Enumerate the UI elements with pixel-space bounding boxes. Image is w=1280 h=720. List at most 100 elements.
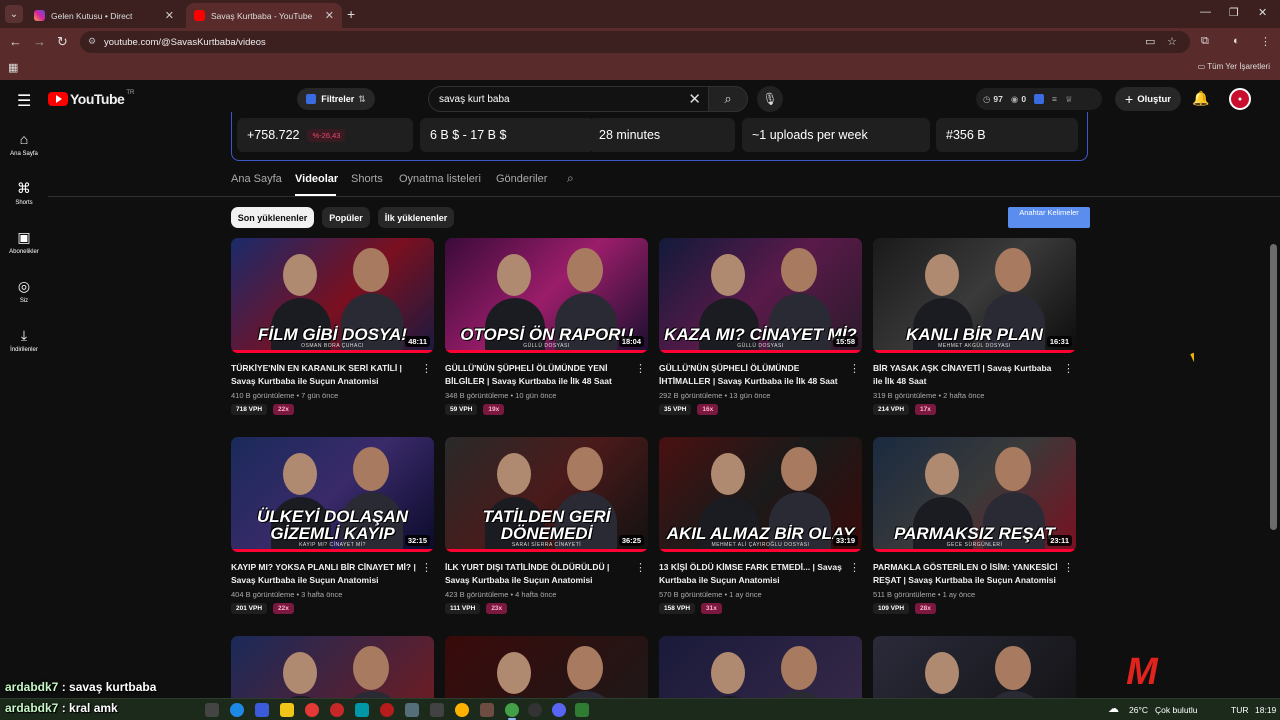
channel-search-icon[interactable]: ⌕ [567,171,574,186]
menu-icon[interactable]: ⋮ [1260,35,1271,48]
filters-button[interactable]: Filtreler ⇅ [297,88,375,110]
tab-instagram[interactable]: Gelen Kutusu • Direct ✕ [26,3,182,28]
video-title[interactable]: KAYIP MI? YOKSA PLANLI BİR CİNAYET Mİ? |… [231,561,416,587]
weather-desc[interactable]: Çok bulutlu [1155,705,1198,715]
close-icon[interactable]: ✕ [325,9,334,22]
cast-icon[interactable]: ▭ [1145,35,1155,48]
reload-icon[interactable]: ↻ [57,34,68,50]
tab-search-button[interactable]: ⌄ [5,5,23,23]
obs-icon[interactable] [528,703,542,717]
profile-icon[interactable]: ◐ [1233,35,1240,47]
search-input[interactable]: savaş kurt baba ✕ [428,86,710,112]
video-thumbnail[interactable]: KAZA MI? CİNAYET Mİ? GÜLLÜ DOSYASI 15:58 [659,238,862,353]
site-info-icon[interactable]: ⚙ [88,36,96,47]
chip-oldest[interactable]: İlk yüklenenler [378,207,454,228]
weather-temp[interactable]: 26°C [1129,705,1148,715]
video-title[interactable]: TÜRKİYE'NİN EN KARANLIK SERİ KATİLİ | Sa… [231,362,416,388]
all-bookmarks[interactable]: ▭ Tüm Yer İşaretleri [1198,62,1270,71]
close-icon[interactable]: ✕ [165,9,174,22]
input-language[interactable]: TUR [1231,705,1248,715]
video-thumbnail[interactable]: FİLM GİBİ DOSYA! OSMAN BORA ÇUHACI 48:11 [231,238,434,353]
video-thumbnail[interactable]: OTOPSİ ÖN RAPORU GÜLLÜ DOSYASI 18:04 [445,238,648,353]
more-actions-icon[interactable]: ⋮ [1063,362,1074,375]
video-card[interactable]: KANLI BİR PLAN MEHMET AKGÜL DOSYASI 16:31 B… [873,238,1076,415]
pin-icon[interactable] [405,703,419,717]
address-bar[interactable]: ⚙ youtube.com/@SavasKurtbaba/videos [80,31,1190,53]
restore-icon[interactable]: ❐ [1229,6,1239,19]
record-icon[interactable] [380,703,394,717]
video-thumbnail[interactable]: ÜLKEYİ DOLAŞAN GİZEMLİ KAYIP KAYIP MI? Cİ… [231,437,434,552]
edge-icon[interactable] [230,703,244,717]
chrome-canary-icon[interactable] [455,703,469,717]
tab-posts[interactable]: Gönderiler [496,173,547,185]
more-actions-icon[interactable]: ⋮ [1063,561,1074,574]
discord-alt-icon[interactable] [480,703,494,717]
guide-item-you[interactable]: ◎ Siz [0,278,48,304]
voice-search-button[interactable]: 🎙 [757,86,783,112]
store-icon[interactable] [355,703,369,717]
video-card[interactable]: KAZA MI? CİNAYET Mİ? GÜLLÜ DOSYASI 15:58 GÜ… [659,238,862,415]
tab-videos[interactable]: Videolar [295,173,338,185]
create-button[interactable]: + Oluştur [1115,87,1181,111]
hamburger-menu-icon[interactable]: ☰ [17,91,31,111]
app-icon[interactable] [330,703,344,717]
more-actions-icon[interactable]: ⋮ [635,362,646,375]
tab-shorts[interactable]: Shorts [351,173,383,185]
video-title[interactable]: GÜLLÜ'NÜN ŞÜPHELİ ÖLÜMÜNDE YENİ BİLGİLER… [445,362,630,388]
notifications-bell-icon[interactable]: 🔔 [1192,90,1209,107]
more-actions-icon[interactable]: ⋮ [849,561,860,574]
video-card[interactable]: AKIL ALMAZ BİR OLAY MEHMET ALİ ÇAYIROĞLU … [659,437,862,614]
video-card[interactable]: TATİLDEN GERİ DÖNEMEDİ SARAI SİERRA CİNAY… [445,437,648,614]
weather-cloud-icon[interactable]: ☁ [1108,702,1119,715]
back-icon[interactable]: ← [9,34,22,49]
new-tab-button[interactable]: + [347,6,355,22]
video-title[interactable]: GÜLLÜ'NÜN ŞÜPHELİ ÖLÜMÜNDE İHTİMALLER | … [659,362,844,388]
guide-item-subscriptions[interactable]: ▣ Abonelikler [0,229,48,255]
video-thumbnail[interactable]: KANLI BİR PLAN MEHMET AKGÜL DOSYASI 16:31 [873,238,1076,353]
more-actions-icon[interactable]: ⋮ [635,561,646,574]
video-title[interactable]: İLK YURT DIŞI TATİLİNDE ÖLDÜRÜLDÜ | Sava… [445,561,630,587]
page-scrollbar[interactable] [1270,244,1277,530]
video-thumbnail[interactable]: AKIL ALMAZ BİR OLAY MEHMET ALİ ÇAYIROĞLU … [659,437,862,552]
video-thumbnail[interactable]: PARMAKSIZ REŞAT GECE SÜRGÜNLERİ 23:11 [873,437,1076,552]
video-card[interactable]: PARMAKSIZ REŞAT GECE SÜRGÜNLERİ 23:11 PARMA… [873,437,1076,614]
youtube-logo[interactable]: YouTube TR [48,90,134,107]
video-card[interactable]: OTOPSİ ÖN RAPORU GÜLLÜ DOSYASI 18:04 GÜLLÜ'… [445,238,648,415]
account-avatar[interactable]: ● [1229,88,1251,110]
more-actions-icon[interactable]: ⋮ [421,561,432,574]
window-close-icon[interactable]: ✕ [1258,6,1267,19]
more-actions-icon[interactable]: ⋮ [421,362,432,375]
teams-icon[interactable] [255,703,269,717]
more-actions-icon[interactable]: ⋮ [849,362,860,375]
video-card[interactable]: ÜLKEYİ DOLAŞAN GİZEMLİ KAYIP KAYIP MI? Cİ… [231,437,434,614]
game-icon[interactable] [430,703,444,717]
guide-item-downloads[interactable]: ⤓ İndirilenler [0,327,48,353]
video-title[interactable]: PARMAKLA GÖSTERİLEN O İSİM: YANKESİCİ RE… [873,561,1058,587]
search-button[interactable]: ⌕ [708,86,748,112]
keywords-button[interactable]: Anahtar Kelimeler [1008,207,1090,228]
tab-youtube[interactable]: Savaş Kurtbaba - YouTube ✕ [186,3,342,28]
apps-icon[interactable]: ▦ [8,61,18,74]
video-title[interactable]: BİR YASAK AŞK CİNAYETİ | Savaş Kurtbaba … [873,362,1058,388]
extensions-icon[interactable]: ⧉ [1201,35,1209,48]
extension-stats-pill[interactable]: ◷ 97 ◉ 0 ≡ ♕ [976,88,1102,110]
chip-popular[interactable]: Popüler [322,207,370,228]
minimize-icon[interactable]: — [1200,6,1211,18]
opera-icon[interactable] [305,703,319,717]
clock-time[interactable]: 18:19 [1255,705,1276,715]
spreadsheet-icon[interactable] [575,703,589,717]
tab-home[interactable]: Ana Sayfa [231,173,282,185]
task-view-icon[interactable] [205,703,219,717]
video-card[interactable]: FİLM GİBİ DOSYA! OSMAN BORA ÇUHACI 48:11 TÜ… [231,238,434,415]
chip-latest[interactable]: Son yüklenenler [231,207,314,228]
tab-playlists[interactable]: Oynatma listeleri [399,173,481,185]
clear-search-icon[interactable]: ✕ [688,90,701,108]
bookmark-star-icon[interactable]: ☆ [1167,35,1177,48]
explorer-icon[interactable] [280,703,294,717]
video-thumbnail[interactable]: TATİLDEN GERİ DÖNEMEDİ SARAI SİERRA CİNAY… [445,437,648,552]
chrome-icon[interactable] [505,703,519,717]
discord-icon[interactable] [552,703,566,717]
guide-item-shorts[interactable]: ⌘ Shorts [0,180,48,206]
guide-item-home[interactable]: ⌂ Ana Sayfa [0,131,48,157]
video-title[interactable]: 13 KİŞİ ÖLDÜ KİMSE FARK ETMEDİ... | Sava… [659,561,844,587]
